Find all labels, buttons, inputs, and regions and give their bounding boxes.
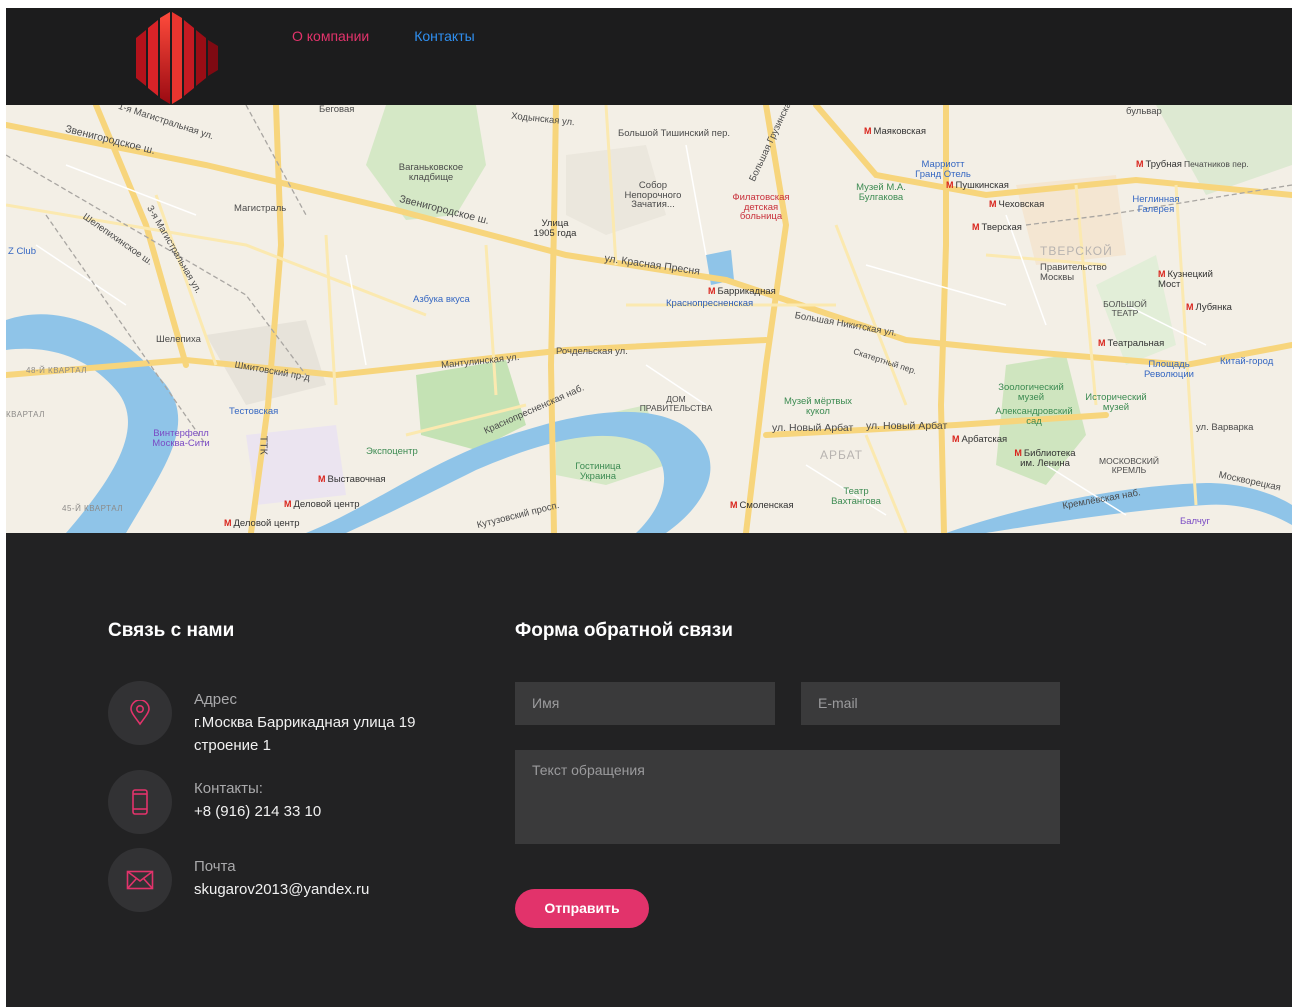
nav-link-about[interactable]: О компании [292, 28, 369, 44]
address-line-2: строение 1 [194, 737, 271, 754]
map-label: Марриотт Гранд Отель [915, 159, 971, 180]
map-label: Краснопресненская [666, 298, 754, 309]
site-header: О компании Контакты [6, 8, 1292, 105]
address-title: Адрес [194, 691, 237, 708]
map-label: Выставочная [318, 475, 386, 485]
map-label: Филатовская детская больница [732, 192, 790, 222]
map-label: МОСКОВСКИЙ КРЕМЛЬ [1099, 456, 1159, 475]
map-label: Зоологический музей [998, 382, 1064, 403]
map-label: 48-Й КВАРТАЛ [26, 366, 87, 375]
map-district-label: АРБАТ [820, 448, 864, 462]
map-label: Чеховская [989, 200, 1045, 210]
phone-title: Контакты: [194, 780, 263, 797]
map-label: Улица 1905 года [533, 218, 577, 239]
map-label: Арбатская [952, 435, 1008, 445]
mail-title: Почта [194, 858, 236, 875]
message-textarea[interactable] [515, 750, 1060, 844]
map-label: Музей мёртвых кукол [783, 396, 853, 417]
map-district-label: ТВЕРСКОЙ [1040, 244, 1113, 258]
map-label: КВАРТАЛ [6, 410, 45, 419]
map-label: Неглинная Галерея [1132, 194, 1180, 215]
submit-button[interactable]: Отправить [515, 889, 649, 928]
map-label: Балчуг [1180, 516, 1211, 527]
map-label: Библиотека им. Ленина [1012, 449, 1078, 468]
page-frame: О компании Контакты Беговая 1-я Магистра… [6, 8, 1292, 1007]
map-label: БОЛЬШОЙ ТЕАТР [1103, 299, 1147, 318]
map-label: Беговая [319, 105, 355, 115]
map-label: Лубянка [1186, 303, 1232, 313]
map-label: Смоленская [730, 501, 794, 511]
map-label: Исторический музей [1085, 392, 1147, 413]
nav-link-contacts[interactable]: Контакты [414, 28, 474, 44]
company-logo[interactable] [134, 12, 220, 104]
map-label: Винтерфелл Москва-Сити [152, 428, 210, 449]
map-label: Китай-город [1220, 356, 1274, 367]
map-label: Деловой центр [224, 519, 300, 529]
map-label: Тверская [972, 223, 1022, 233]
map-label: Трубная [1136, 160, 1182, 170]
map-label: ул. Варварка [1196, 422, 1254, 433]
map-label: Z Club [8, 246, 36, 257]
feedback-form-heading: Форма обратной связи [515, 620, 733, 641]
map-label: Площадь Революции [1144, 359, 1194, 380]
phone-value[interactable]: +8 (916) 214 33 10 [194, 800, 494, 823]
phone-icon-circle [108, 770, 172, 834]
map-label: Музей М.А. Булгакова [856, 182, 906, 203]
name-input[interactable] [515, 682, 775, 725]
map-pin-icon [130, 700, 150, 726]
email-input[interactable] [801, 682, 1060, 725]
map-label: Гостиница Украина [575, 461, 621, 482]
envelope-icon [126, 870, 154, 890]
map-label: Александровский сад [995, 406, 1073, 427]
map-label: Правительство Москвы [1040, 262, 1107, 283]
mobile-phone-icon [132, 789, 148, 815]
map-label: Рочдельская ул. [556, 346, 628, 357]
map-label: Экспоцентр [366, 446, 418, 457]
map-label: Собор Непорочного Зачатия... [624, 180, 682, 210]
map-label: Магистраль [234, 203, 287, 214]
main-nav: О компании Контакты [292, 28, 475, 44]
map-label: ДОМ ПРАВИТЕЛЬСТВА [639, 394, 713, 413]
map-label: Кузнецкий Мост [1158, 270, 1218, 289]
mail-value[interactable]: skugarov2013@yandex.ru [194, 878, 494, 901]
map-label: Тестовская [229, 406, 279, 417]
map-label: 45-Й КВАРТАЛ [62, 504, 123, 513]
map-label: Пушкинская [946, 181, 1009, 191]
map-label: Маяковская [864, 127, 926, 137]
map-label: Театр Вахтангова [831, 486, 881, 507]
map-label: Большой Тишинский пер. [618, 128, 731, 139]
address-icon-circle [108, 681, 172, 745]
map-label: ул. Новый Арбат [772, 422, 854, 434]
map-label: ул. Новый Арбат [866, 420, 948, 432]
map-label: ТТК [257, 435, 270, 455]
map-label: бульвар [1126, 106, 1162, 117]
yandex-map[interactable]: Беговая 1-я Магистральная ул. Звенигород… [6, 105, 1292, 533]
map-label: Азбука вкуса [413, 294, 470, 305]
map-label: Деловой центр [284, 500, 360, 510]
map-label: Печатников пер. [1184, 159, 1249, 169]
contact-section: Связь с нами Адрес г.Москва Баррикадная … [6, 533, 1292, 1007]
map-label: Ваганьковское кладбище [398, 162, 464, 183]
map-label: Баррикадная [708, 287, 776, 297]
mail-icon-circle [108, 848, 172, 912]
contacts-heading: Связь с нами [108, 620, 235, 641]
map-label: Шелепиха [156, 334, 201, 345]
address-line-1: г.Москва Баррикадная улица 19 [194, 714, 416, 731]
map-label: Театральная [1098, 339, 1165, 349]
